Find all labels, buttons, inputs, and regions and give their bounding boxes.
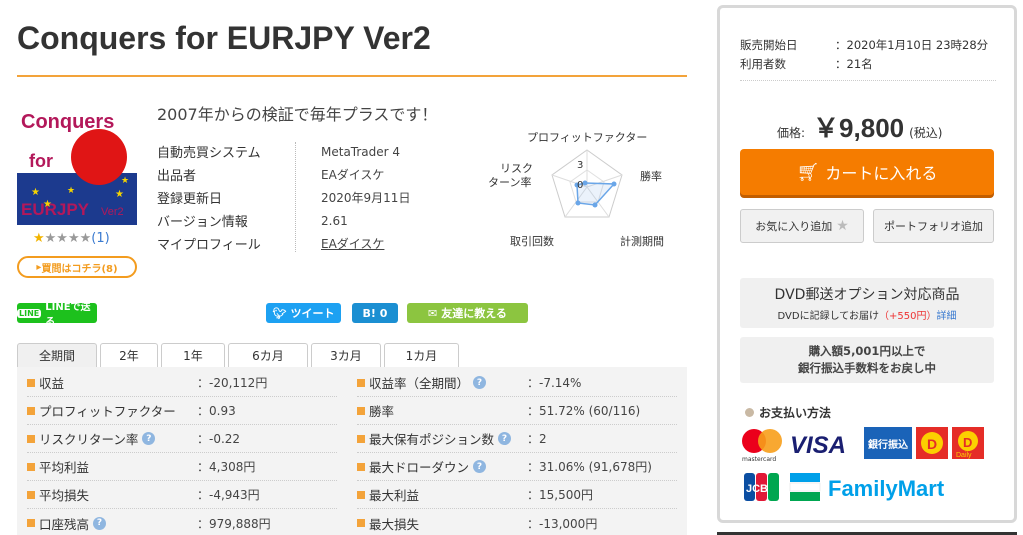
- hatena-bookmark-button[interactable]: B! 0: [352, 303, 398, 323]
- stat-row: 平均損失 ：-4,943円: [27, 481, 337, 509]
- visa-icon: VISA: [790, 432, 846, 459]
- svg-text:Ver2: Ver2: [101, 206, 124, 218]
- stat-row: リスクリターン率? ：-0.22: [27, 425, 337, 453]
- radar-label-winrate: 勝率: [640, 170, 662, 183]
- tab-3m[interactable]: 3カ月: [311, 343, 381, 367]
- radar-label-pf: プロフィットファクター: [527, 131, 648, 144]
- product-image: Conquers for EURJPY Ver2 ★ ★ ★ ★ ★: [17, 105, 137, 225]
- payment-methods-header: お支払い方法: [745, 404, 831, 421]
- help-icon[interactable]: ?: [93, 516, 107, 530]
- svg-text:★: ★: [67, 186, 75, 196]
- info-row: 自動売買システム MetaTrader 4: [157, 144, 401, 162]
- svg-text:for: for: [29, 151, 53, 171]
- stat-row: 勝率 ：51.72% (60/116): [357, 397, 677, 425]
- radar-label-trades: 取引回数: [510, 235, 554, 248]
- stat-row: 最大保有ポジション数? ：2: [357, 425, 677, 453]
- bank-fee-banner: 購入額5,001円以上で 銀行振込手数料をお戻し中: [740, 337, 994, 383]
- mastercard-icon: mastercard: [742, 429, 782, 463]
- svg-text:mastercard: mastercard: [742, 456, 776, 463]
- page-title: Conquers for EURJPY Ver2: [17, 20, 431, 56]
- svg-text:EURJPY: EURJPY: [21, 200, 90, 219]
- payment-logos: mastercard VISA 銀行振込 D D Daily JCB Famil…: [740, 423, 1000, 503]
- radar-tick-3: 3: [577, 160, 584, 171]
- svg-text:★: ★: [121, 176, 129, 186]
- svg-text:★: ★: [43, 199, 52, 210]
- svg-text:FamilyMart: FamilyMart: [828, 476, 945, 501]
- product-info-table: 自動売買システム MetaTrader 4 出品者 EAダイスケ 登録更新日 2020…: [157, 140, 410, 255]
- info-row: 出品者 EAダイスケ: [157, 168, 385, 184]
- radar-label-period: 計測期間: [620, 235, 664, 248]
- svg-text:Conquers: Conquers: [21, 111, 114, 133]
- mail-icon: ✉: [428, 306, 438, 320]
- title-underline: [17, 75, 687, 77]
- star-filled-icon: ★: [33, 231, 45, 246]
- stat-row: 最大利益 ：15,500円: [357, 481, 677, 509]
- twitter-bird-icon: 🐦︎: [272, 306, 287, 320]
- purchase-sidebar: 販売開始日 ：2020年1月10日 23時28分 利用者数 ：21名 価格: ￥9,…: [717, 5, 1017, 523]
- stat-row: 平均利益 ：4,308円: [27, 453, 337, 481]
- questions-button[interactable]: ▸ 買問はコチラ(8): [17, 256, 137, 278]
- familymart-icon: FamilyMart: [789, 473, 945, 501]
- tell-friend-button[interactable]: ✉ 友達に教える: [407, 303, 528, 323]
- svg-text:JCB: JCB: [746, 483, 768, 495]
- svg-text:D: D: [963, 435, 972, 450]
- help-icon[interactable]: ?: [473, 376, 487, 389]
- product-rating: ★★★★★(1): [33, 231, 110, 246]
- svg-text:Daily: Daily: [956, 452, 972, 459]
- tab-1y[interactable]: 1年: [161, 343, 225, 367]
- jcb-icon: JCB: [744, 473, 779, 501]
- line-share-button[interactable]: LINE LINEで送る: [17, 302, 97, 328]
- tab-1m[interactable]: 1カ月: [384, 343, 459, 367]
- tweet-button[interactable]: 🐦︎ ツイート: [266, 303, 341, 323]
- radar-tick-0: 0: [577, 180, 584, 191]
- period-tabs: 全期間 2年 1年 6カ月 3カ月 1カ月: [17, 343, 462, 367]
- stat-row: 最大損失 ：-13,000円: [357, 509, 677, 535]
- review-count-link[interactable]: (1): [91, 231, 109, 246]
- info-divider: [295, 142, 296, 252]
- svg-text:★: ★: [31, 187, 40, 198]
- stat-row: 最大ドローダウン? ：31.06% (91,678円): [357, 453, 677, 481]
- info-row: マイプロフィール EAダイスケ: [157, 235, 385, 253]
- tab-2y[interactable]: 2年: [100, 343, 158, 367]
- svg-text:★: ★: [115, 189, 124, 200]
- info-row: 登録更新日 2020年9月11日: [157, 191, 411, 207]
- line-icon: LINE: [17, 308, 42, 318]
- tab-all[interactable]: 全期間: [17, 343, 97, 367]
- stat-row: プロフィットファクター ：0.93: [27, 397, 337, 425]
- tab-6m[interactable]: 6カ月: [228, 343, 308, 367]
- stat-row: 収益 ：-20,112円: [27, 369, 337, 397]
- help-icon[interactable]: ?: [498, 432, 512, 445]
- stats-panel: 収益 ：-20,112円 プロフィットファクター ：0.93 リスクリターン率? ：-…: [17, 367, 687, 535]
- dvd-detail-link[interactable]: 詳細: [936, 311, 956, 322]
- info-row: バージョン情報 2.61: [157, 213, 348, 231]
- add-portfolio-button[interactable]: ポートフォリオ追加: [873, 209, 994, 243]
- cart-icon: 🛒︎: [796, 161, 820, 183]
- help-icon[interactable]: ?: [473, 460, 487, 473]
- stat-row: 口座残高? ：979,888円: [27, 509, 337, 535]
- star-empty-icon: ★★★★: [44, 231, 92, 246]
- profile-link[interactable]: EAダイスケ: [297, 235, 384, 252]
- price: 価格: ￥9,800 (税込): [777, 113, 943, 143]
- svg-text:銀行振込: 銀行振込: [868, 438, 908, 451]
- help-icon[interactable]: ?: [142, 432, 156, 445]
- sale-meta: 販売開始日 ：2020年1月10日 23時28分 利用者数 ：21名: [740, 37, 989, 71]
- star-icon: ★: [836, 218, 849, 234]
- add-to-cart-button[interactable]: 🛒︎ カートに入れる: [740, 149, 994, 195]
- radar-label-risk-2: ターン率: [488, 176, 532, 189]
- stat-row: 収益率（全期間）? ：-7.14%: [357, 369, 677, 397]
- catch-copy: 2007年からの検証で毎年プラスです！: [157, 105, 438, 124]
- sidebar-divider: [740, 80, 996, 81]
- dvd-option-banner: DVD郵送オプション対応商品 DVDに記録してお届け（+550円）詳細: [740, 278, 994, 328]
- add-favorite-button[interactable]: お気に入り追加 ★: [740, 209, 864, 243]
- svg-text:D: D: [927, 436, 937, 452]
- radar-chart: プロフィットファクター 勝率 計測期間 取引回数 リスク ターン率 3 0: [488, 125, 675, 255]
